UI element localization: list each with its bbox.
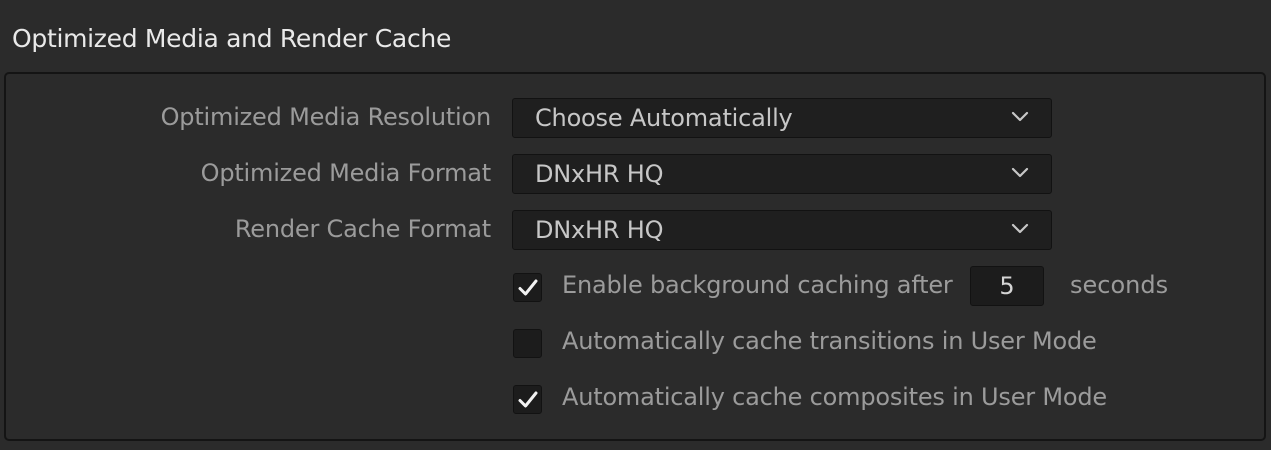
section-title: Optimized Media and Render Cache [12, 24, 452, 53]
cache-transitions-checkbox[interactable] [513, 329, 542, 358]
dropdown-value: Choose Automatically [535, 104, 793, 132]
render-cache-format-label: Render Cache Format [234, 215, 491, 243]
render-cache-format-dropdown[interactable]: DNxHR HQ [512, 210, 1052, 250]
checkmark-icon [518, 391, 538, 408]
cache-transitions-label: Automatically cache transitions in User … [562, 327, 1097, 355]
chevron-down-icon [1011, 111, 1029, 122]
background-caching-label: Enable background caching after [562, 271, 953, 299]
cache-composites-label: Automatically cache composites in User M… [562, 383, 1107, 411]
cache-composites-checkbox[interactable] [513, 385, 542, 414]
dropdown-value: DNxHR HQ [535, 160, 664, 188]
optimized-media-resolution-label: Optimized Media Resolution [160, 103, 492, 131]
chevron-down-icon [1011, 223, 1029, 234]
background-caching-checkbox[interactable] [513, 273, 542, 302]
background-caching-seconds-input[interactable]: 5 [970, 266, 1044, 306]
seconds-label: seconds [1070, 271, 1169, 299]
optimized-media-format-label: Optimized Media Format [200, 159, 492, 187]
optimized-media-resolution-dropdown[interactable]: Choose Automatically [512, 98, 1052, 138]
dropdown-value: DNxHR HQ [535, 216, 664, 244]
preferences-panel: Optimized Media and Render Cache Optimiz… [0, 0, 1271, 450]
checkmark-icon [518, 279, 538, 296]
chevron-down-icon [1011, 167, 1029, 178]
optimized-media-format-dropdown[interactable]: DNxHR HQ [512, 154, 1052, 194]
